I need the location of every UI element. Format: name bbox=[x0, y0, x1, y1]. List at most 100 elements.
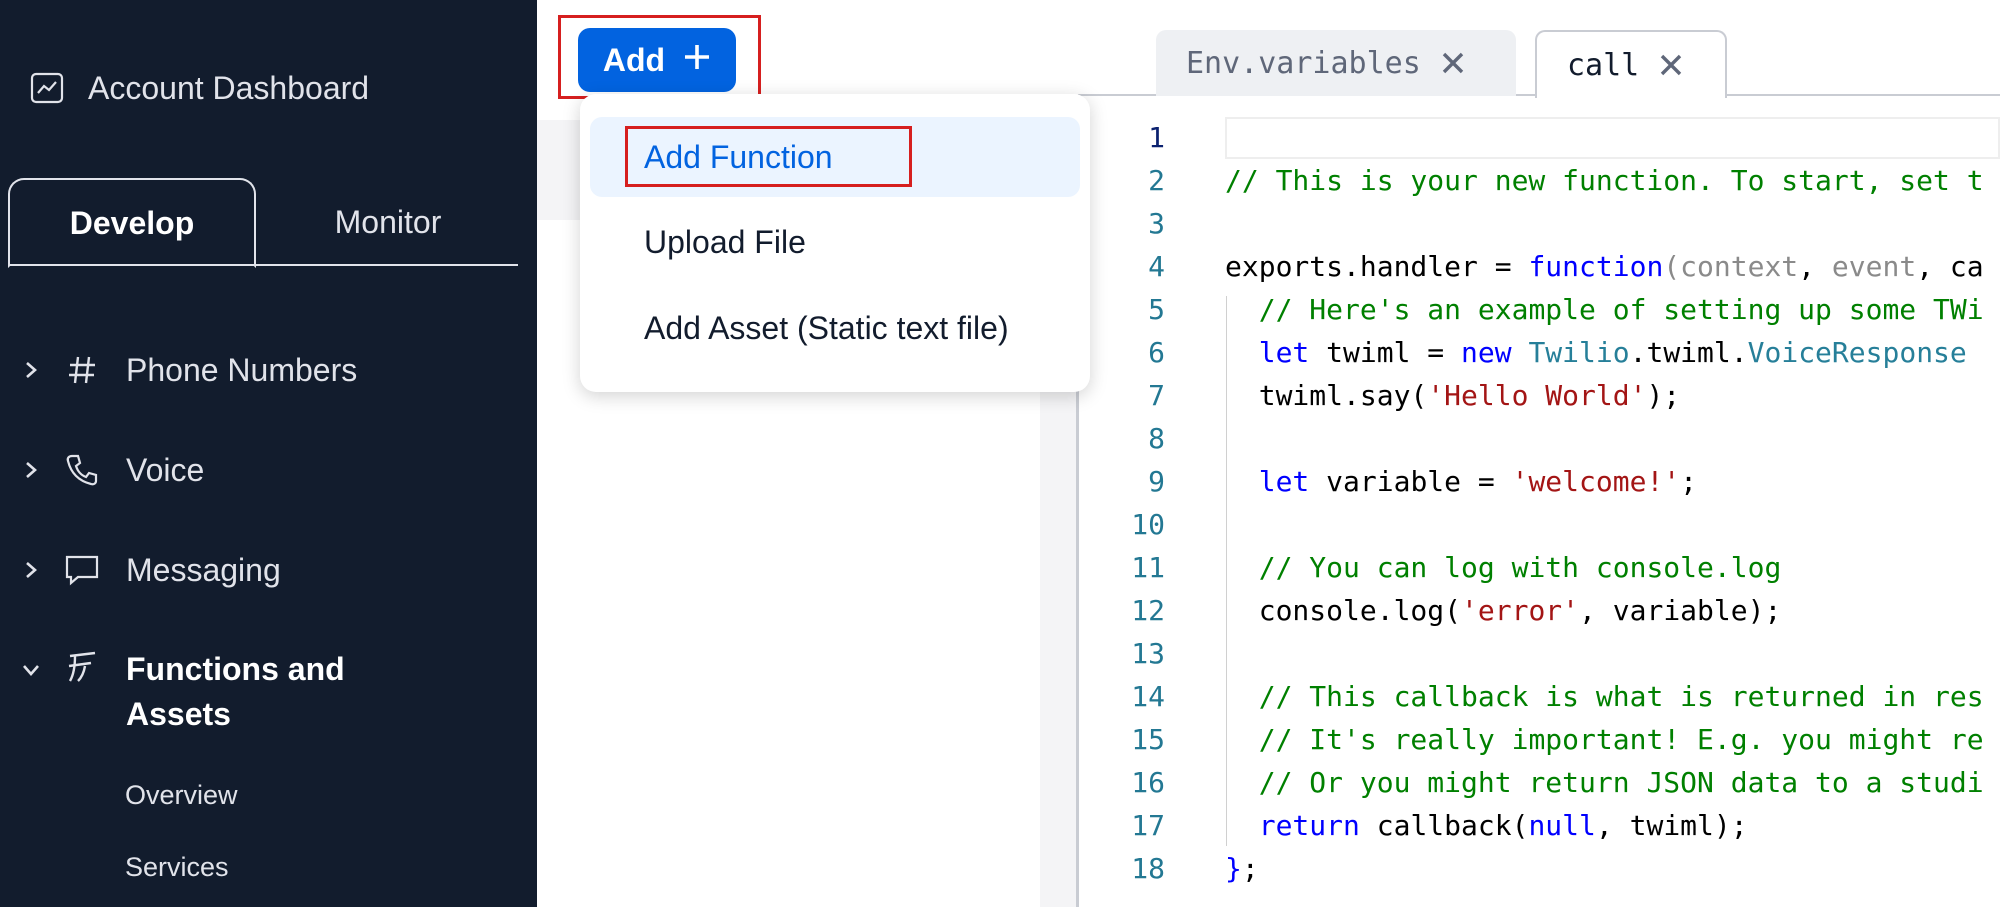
chat-icon bbox=[62, 550, 102, 590]
menu-item-add-asset[interactable]: Add Asset (Static text file) bbox=[590, 288, 1080, 368]
code-line[interactable]: 9 let variable = 'welcome!'; bbox=[1080, 460, 2000, 503]
chevron-down-icon bbox=[20, 659, 42, 681]
code-token: return bbox=[1258, 809, 1360, 842]
code-text: // You can log with console.log bbox=[1225, 551, 1782, 584]
sidebar-subitem-services[interactable]: Services bbox=[125, 852, 229, 883]
code-token: .twiml. bbox=[1629, 336, 1748, 369]
sidebar: Account Dashboard Develop Monitor Phone … bbox=[0, 0, 537, 907]
sidebar-item-label: Messaging bbox=[126, 551, 281, 588]
tab-monitor[interactable]: Monitor bbox=[258, 178, 518, 266]
close-icon[interactable] bbox=[1439, 49, 1467, 77]
menu-item-upload-file[interactable]: Upload File bbox=[590, 202, 1080, 282]
code-line[interactable]: 11 // You can log with console.log bbox=[1080, 546, 2000, 589]
code-line[interactable]: 15 // It's really important! E.g. you mi… bbox=[1080, 718, 2000, 761]
sidebar-item-messaging[interactable]: Messaging bbox=[20, 550, 281, 590]
code-line[interactable]: 3 bbox=[1080, 202, 2000, 245]
code-token: , twiml); bbox=[1595, 809, 1748, 842]
chevron-right-icon bbox=[20, 359, 42, 381]
code-token: , ca bbox=[1916, 250, 1984, 283]
line-number: 13 bbox=[1131, 637, 1165, 670]
code-token: // Here's an example of setting up some … bbox=[1258, 293, 1984, 326]
code-line[interactable]: 5 // Here's an example of setting up som… bbox=[1080, 288, 2000, 331]
functions-icon bbox=[62, 647, 102, 687]
tab-label: call bbox=[1567, 47, 1640, 83]
close-icon[interactable] bbox=[1657, 51, 1685, 79]
code-line[interactable]: 1 bbox=[1080, 116, 2000, 159]
code-token: null bbox=[1528, 809, 1596, 842]
line-number: 10 bbox=[1131, 508, 1165, 541]
functions-label-line2: Assets bbox=[126, 696, 231, 732]
sidebar-tabs: Develop Monitor bbox=[8, 178, 518, 268]
line-number: 4 bbox=[1148, 250, 1165, 283]
code-token: context bbox=[1680, 250, 1799, 283]
code-token: , bbox=[1798, 250, 1832, 283]
code-text: // This is your new function. To start, … bbox=[1225, 164, 1984, 197]
code-text: // Here's an example of setting up some … bbox=[1225, 293, 1984, 326]
tab-develop[interactable]: Develop bbox=[8, 178, 256, 268]
code-token: ; bbox=[1241, 852, 1259, 885]
sidebar-item-functions-and-assets[interactable]: Functions and Assets bbox=[20, 647, 345, 737]
line-number: 17 bbox=[1131, 809, 1165, 842]
code-token: VoiceResponse bbox=[1747, 336, 1967, 369]
line-number: 9 bbox=[1148, 465, 1165, 498]
code-line[interactable]: 10 bbox=[1080, 503, 2000, 546]
code-line[interactable]: 4 exports.handler = function(context, eve… bbox=[1080, 245, 2000, 288]
code-text: let twiml = new Twilio.twiml.VoiceRespon… bbox=[1225, 336, 1967, 369]
code-text: // It's really important! E.g. you might… bbox=[1225, 723, 1984, 756]
code-token: let bbox=[1258, 336, 1310, 369]
code-token: function bbox=[1528, 250, 1664, 283]
menu-item-add-function[interactable]: Add Function bbox=[590, 117, 1080, 197]
account-dashboard-label: Account Dashboard bbox=[88, 69, 370, 106]
code-line[interactable]: 17 return callback(null, twiml); bbox=[1080, 804, 2000, 847]
tab-env-variables[interactable]: Env.variables bbox=[1156, 30, 1516, 96]
plus-icon bbox=[683, 42, 711, 79]
code-line[interactable]: 16 // Or you might return JSON data to a… bbox=[1080, 761, 2000, 804]
line-number: 11 bbox=[1131, 551, 1165, 584]
code-token: twiml = bbox=[1309, 336, 1462, 369]
line-number: 14 bbox=[1131, 680, 1165, 713]
code-line[interactable]: 14 // This callback is what is returned … bbox=[1080, 675, 2000, 718]
code-line[interactable]: 18}; bbox=[1080, 847, 2000, 890]
line-number: 15 bbox=[1131, 723, 1165, 756]
sidebar-item-voice[interactable]: Voice bbox=[20, 450, 204, 490]
code-token: variable = bbox=[1309, 465, 1512, 498]
code-line[interactable]: 8 bbox=[1080, 417, 2000, 460]
code-line[interactable]: 6 let twiml = new Twilio.twiml.VoiceResp… bbox=[1080, 331, 2000, 374]
code-token: console.log( bbox=[1225, 594, 1462, 627]
sidebar-item-phone-numbers[interactable]: Phone Numbers bbox=[20, 350, 357, 390]
code-token: // This callback is what is returned in … bbox=[1258, 680, 1984, 713]
account-dashboard-link[interactable]: Account Dashboard bbox=[30, 68, 369, 108]
code-token: ; bbox=[1680, 465, 1698, 498]
code-token: , variable); bbox=[1579, 594, 1782, 627]
code-line[interactable]: 2 // This is your new function. To start,… bbox=[1080, 159, 2000, 202]
line-number: 2 bbox=[1148, 164, 1165, 197]
code-text: console.log('error', variable); bbox=[1225, 594, 1782, 627]
sidebar-item-label: Phone Numbers bbox=[126, 351, 358, 388]
code-token: callback( bbox=[1359, 809, 1529, 842]
code-token: } bbox=[1225, 852, 1242, 885]
sidebar-subitem-overview[interactable]: Overview bbox=[125, 780, 238, 811]
hash-icon bbox=[62, 350, 102, 390]
tab-call[interactable]: call bbox=[1535, 30, 1727, 98]
line-number: 16 bbox=[1131, 766, 1165, 799]
line-number: 18 bbox=[1131, 852, 1165, 885]
add-button[interactable]: Add bbox=[578, 28, 736, 92]
code-line[interactable]: 13 bbox=[1080, 632, 2000, 675]
tab-label: Env.variables bbox=[1186, 45, 1421, 81]
code-line[interactable]: 7 twiml.say('Hello World'); bbox=[1080, 374, 2000, 417]
functions-label-line1: Functions and bbox=[126, 651, 345, 687]
code-token: exports.handler = bbox=[1225, 250, 1529, 283]
code-token: let bbox=[1258, 465, 1310, 498]
code-text: let variable = 'welcome!'; bbox=[1225, 465, 1697, 498]
code-text: // Or you might return JSON data to a st… bbox=[1225, 766, 1984, 799]
code-line[interactable]: 12 console.log('error', variable); bbox=[1080, 589, 2000, 632]
line-number: 12 bbox=[1131, 594, 1165, 627]
code-text: return callback(null, twiml); bbox=[1225, 809, 1748, 842]
code-token: Twilio bbox=[1528, 336, 1630, 369]
